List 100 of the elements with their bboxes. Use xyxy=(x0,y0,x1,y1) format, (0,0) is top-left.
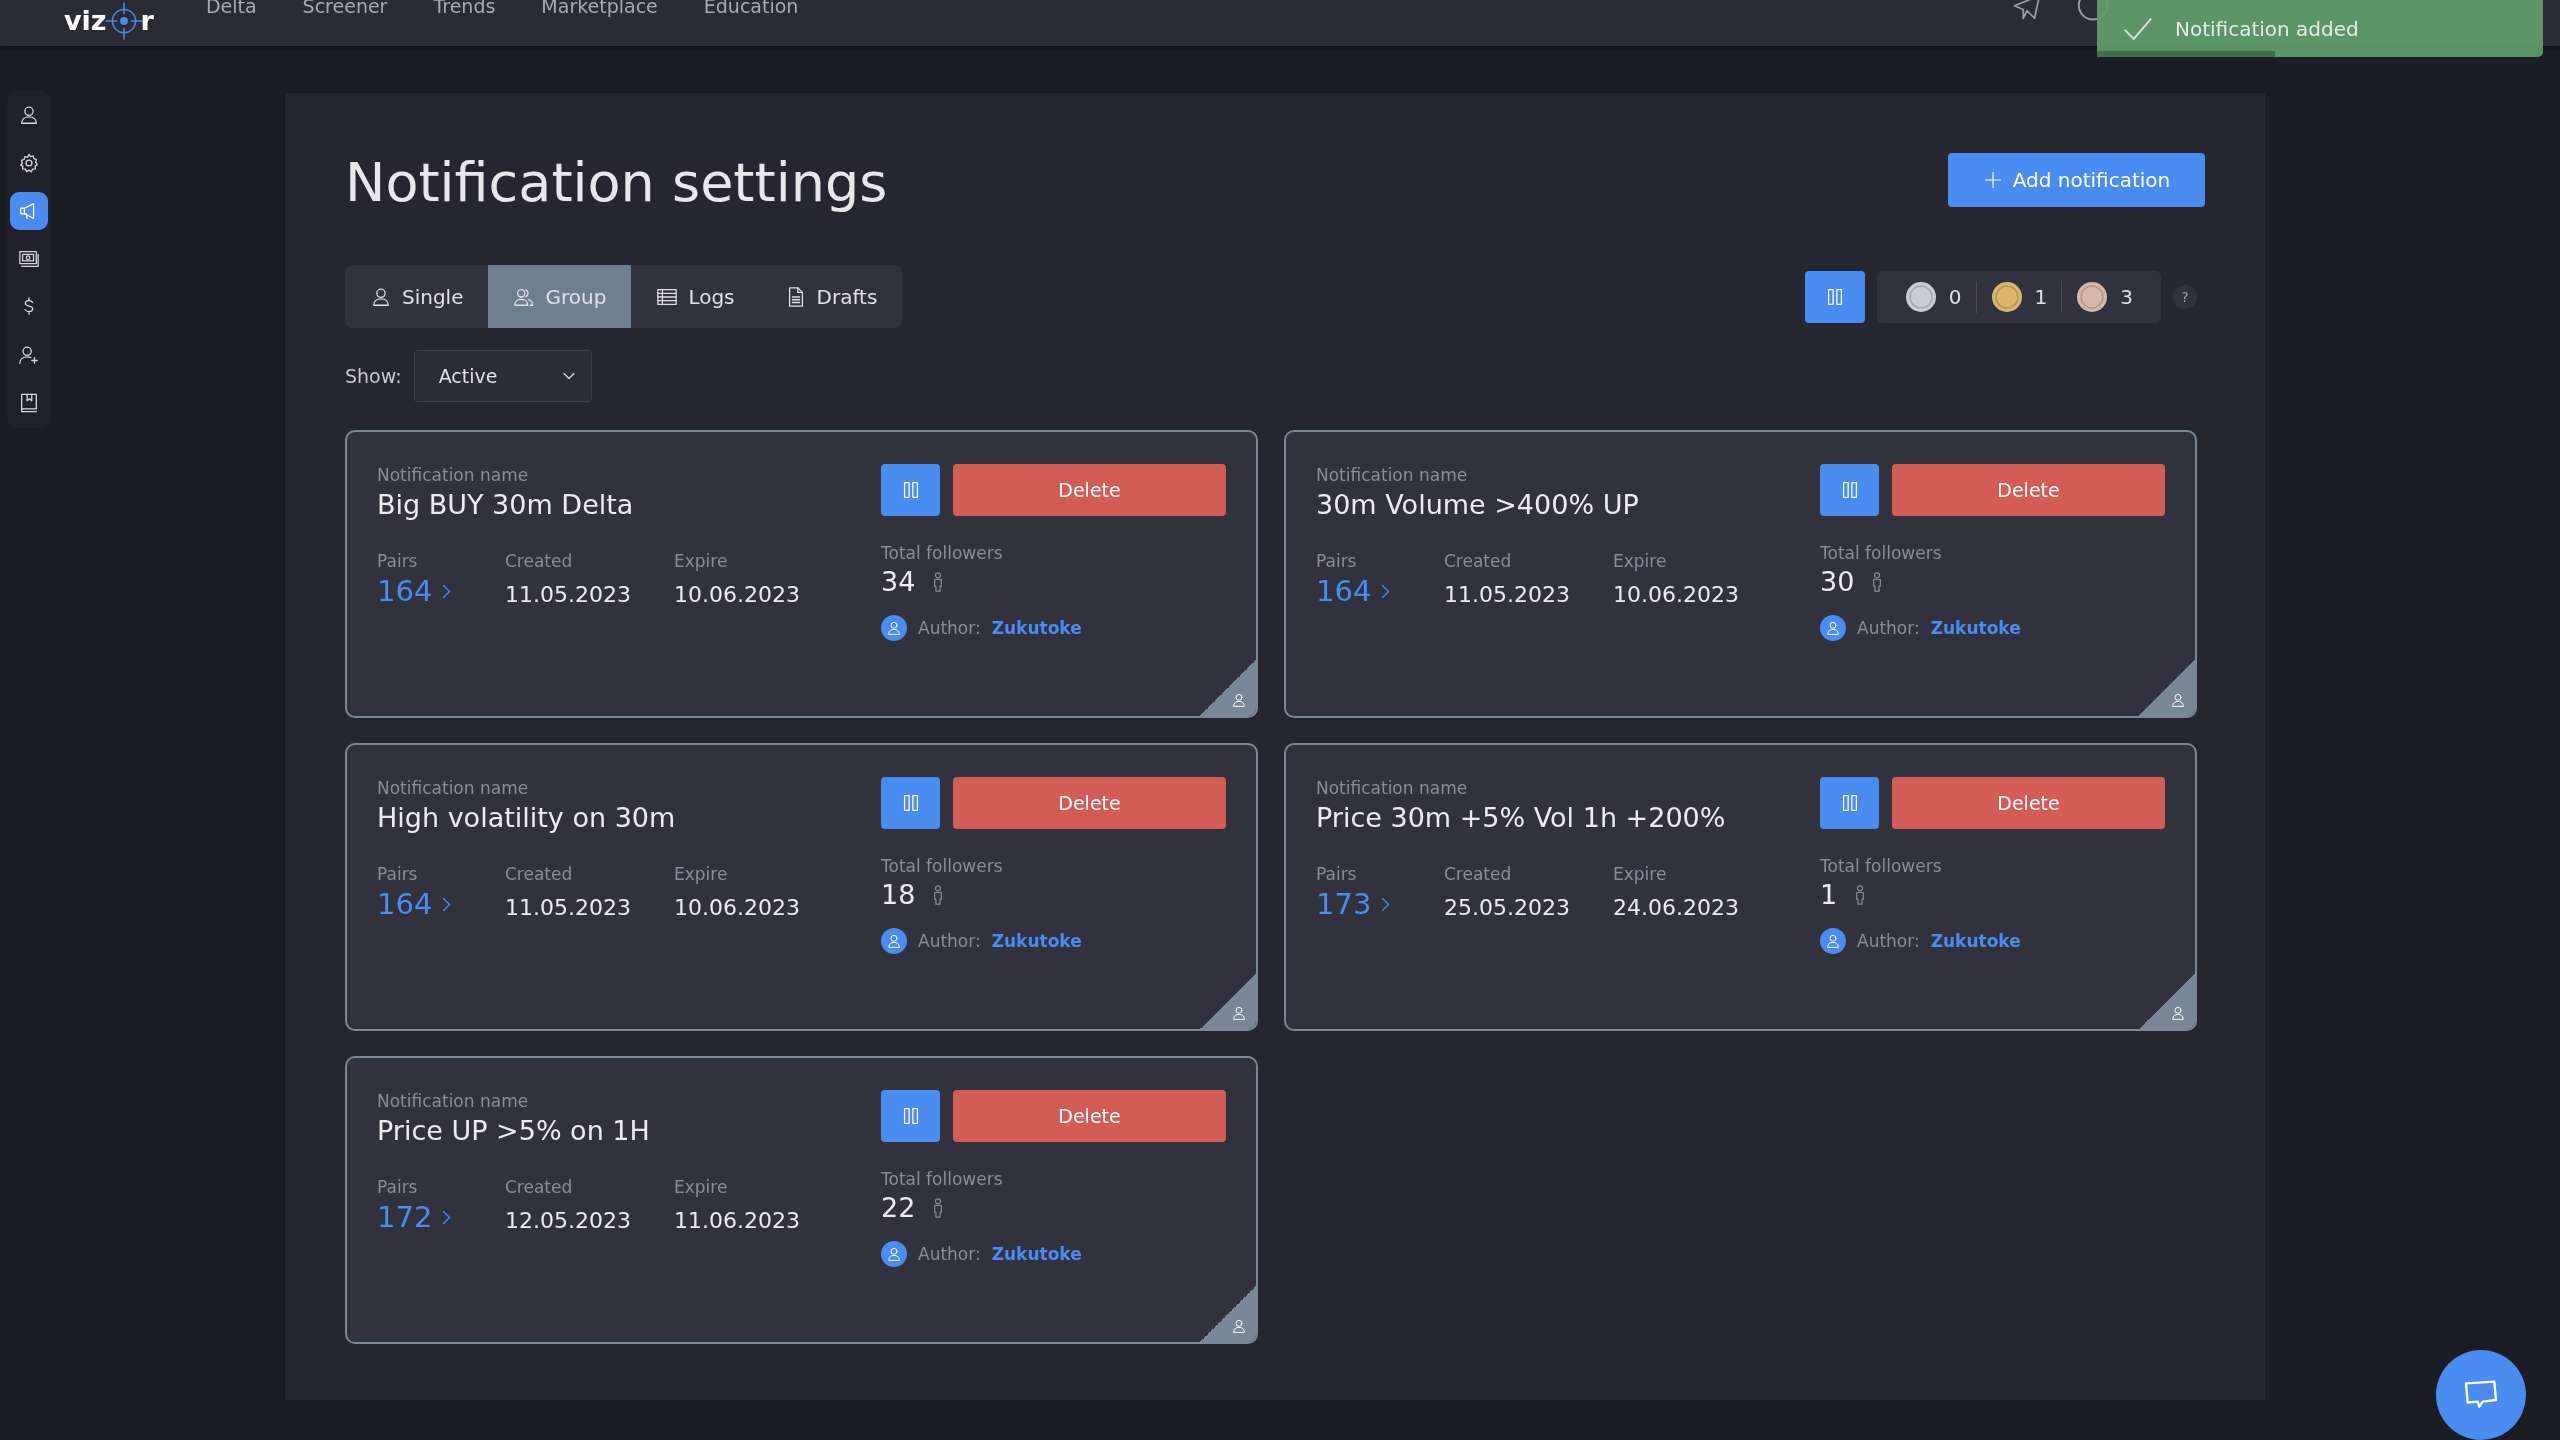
delete-button[interactable]: Delete xyxy=(1892,464,2165,516)
pause-button[interactable] xyxy=(881,1090,940,1142)
followers-count: 1 xyxy=(1820,879,1838,910)
field-label: Created xyxy=(1444,550,1513,572)
author-label: Author: xyxy=(918,931,981,951)
author-link[interactable]: Zukutoke xyxy=(1930,618,2021,638)
banknote-icon xyxy=(18,248,40,270)
created-date: 25.05.2023 xyxy=(1444,895,1571,920)
pause-button[interactable] xyxy=(1820,464,1879,516)
medal-count: 1 xyxy=(2034,284,2048,309)
person-icon xyxy=(933,1197,944,1218)
chevron-right-icon xyxy=(1381,583,1391,599)
field-label: Pairs xyxy=(1316,863,1358,885)
notification-name: High volatility on 30m xyxy=(377,801,677,835)
chevron-right-icon xyxy=(442,896,452,912)
medal-count: 0 xyxy=(1948,284,1962,309)
field-label: Created xyxy=(505,863,574,885)
logo-text: r xyxy=(140,6,154,36)
user-icon xyxy=(1231,1318,1247,1334)
author-link[interactable]: Zukutoke xyxy=(991,618,1082,638)
field-label: Expire xyxy=(1613,550,1668,572)
author-label: Author: xyxy=(1857,931,1920,951)
person-icon xyxy=(1872,571,1883,592)
page-title: Notification settings xyxy=(345,151,888,215)
pairs-link[interactable]: 173 xyxy=(1316,887,1391,921)
field-label: Notification name xyxy=(377,464,530,486)
expire-date: 10.06.2023 xyxy=(674,582,801,607)
expire-date: 10.06.2023 xyxy=(674,895,801,920)
chevron-right-icon xyxy=(442,583,452,599)
avatar-icon xyxy=(881,615,907,641)
medal-icon xyxy=(1904,280,1937,313)
logo-text: viz xyxy=(64,6,107,36)
created-date: 11.05.2023 xyxy=(505,582,632,607)
pairs-link[interactable]: 172 xyxy=(377,1200,452,1234)
tab[interactable]: Group xyxy=(488,265,632,328)
author-label: Author: xyxy=(1857,618,1920,638)
field-label: Expire xyxy=(674,863,729,885)
tab[interactable]: Drafts xyxy=(759,265,903,328)
tab[interactable]: Logs xyxy=(631,265,760,328)
delete-button[interactable]: Delete xyxy=(1892,777,2165,829)
pairs-link[interactable]: 164 xyxy=(1316,574,1391,608)
followers-count: 18 xyxy=(881,879,916,910)
avatar-icon xyxy=(881,1241,907,1267)
pairs-link[interactable]: 164 xyxy=(377,574,452,608)
user-icon xyxy=(2170,692,2186,708)
person-icon xyxy=(933,571,944,592)
user-icon xyxy=(1231,1005,1247,1021)
author-link[interactable]: Zukutoke xyxy=(991,1244,1082,1264)
user-icon xyxy=(2170,1005,2186,1021)
pause-button[interactable] xyxy=(881,464,940,516)
chevron-right-icon xyxy=(442,1209,452,1225)
field-label: Notification name xyxy=(1316,777,1469,799)
pause-button[interactable] xyxy=(881,777,940,829)
notification-name: Big BUY 30m Delta xyxy=(377,488,635,522)
author-link[interactable]: Zukutoke xyxy=(1930,931,2021,951)
sidebar-item[interactable] xyxy=(10,192,48,230)
field-label: Created xyxy=(505,550,574,572)
avatar-icon xyxy=(881,928,907,954)
created-date: 11.05.2023 xyxy=(505,895,632,920)
delete-button[interactable]: Delete xyxy=(953,1090,1226,1142)
pairs-count[interactable]: 164 xyxy=(377,887,433,921)
pairs-count[interactable]: 173 xyxy=(1316,887,1372,921)
followers-count: 34 xyxy=(881,566,916,597)
field-label: Notification name xyxy=(377,1090,530,1112)
followers-count: 22 xyxy=(881,1192,916,1223)
filter-dropdown[interactable]: Active xyxy=(413,350,592,402)
delete-button[interactable]: Delete xyxy=(953,464,1226,516)
delete-button[interactable]: Delete xyxy=(953,777,1226,829)
person-icon xyxy=(933,884,944,905)
medal-icon xyxy=(1990,280,2023,313)
expire-date: 10.06.2023 xyxy=(1613,582,1740,607)
field-label: Expire xyxy=(674,1176,729,1198)
settings-icon xyxy=(18,152,40,174)
pause-all-button[interactable] xyxy=(1804,270,1865,323)
paper-plane-icon xyxy=(2012,0,2042,22)
user-plus-icon xyxy=(18,344,40,366)
add-notification-button[interactable]: Add notification xyxy=(1948,153,2205,207)
user-icon xyxy=(1231,692,1247,708)
field-label: Expire xyxy=(674,550,729,572)
pause-button[interactable] xyxy=(1820,777,1879,829)
field-label: Notification name xyxy=(1316,464,1469,486)
avatar-icon xyxy=(1820,615,1846,641)
pairs-count[interactable]: 164 xyxy=(1316,574,1372,608)
crosshair-icon xyxy=(104,2,143,40)
help-button[interactable]: ? xyxy=(2173,284,2197,309)
notification-name: Price 30m +5% Vol 1h +200% xyxy=(1316,801,1727,835)
created-date: 11.05.2023 xyxy=(1444,582,1571,607)
plus-icon xyxy=(1982,170,2003,190)
book-icon xyxy=(18,392,40,414)
tab[interactable]: Single xyxy=(345,265,489,328)
expire-date: 24.06.2023 xyxy=(1613,895,1740,920)
field-label: Expire xyxy=(1613,863,1668,885)
pairs-link[interactable]: 164 xyxy=(377,887,452,921)
pairs-count[interactable]: 172 xyxy=(377,1200,433,1234)
medal-count: 3 xyxy=(2120,284,2133,309)
pairs-count[interactable]: 164 xyxy=(377,574,433,608)
author-link[interactable]: Zukutoke xyxy=(991,931,1082,951)
created-date: 12.05.2023 xyxy=(505,1208,632,1233)
field-label: Total followers xyxy=(881,1168,1004,1190)
notification-name: 30m Volume >400% UP xyxy=(1316,488,1640,522)
